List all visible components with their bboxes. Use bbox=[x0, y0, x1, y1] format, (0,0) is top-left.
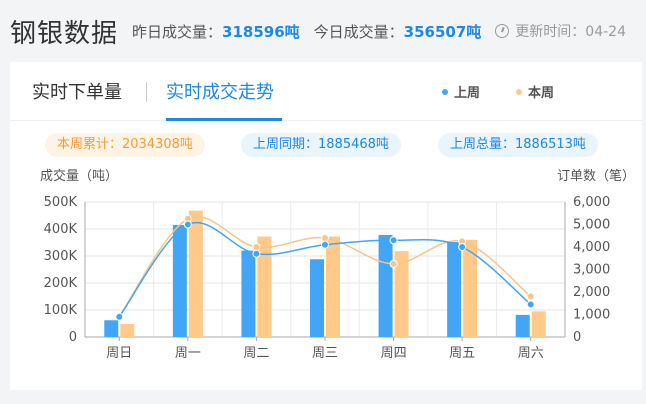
x-tick-label: 周一 bbox=[175, 346, 201, 361]
x-tick-label: 周三 bbox=[312, 346, 338, 361]
y-left-tick-label: 0 bbox=[69, 330, 77, 345]
x-tick-label: 周六 bbox=[518, 346, 544, 361]
yesterday-volume: 昨日成交量：318596吨 bbox=[132, 21, 300, 42]
today-volume: 今日成交量：356507吨 bbox=[314, 21, 482, 42]
y-right-tick-label: 2,000 bbox=[573, 285, 610, 300]
y-right-tick-label: 0 bbox=[573, 330, 581, 345]
point-last-week bbox=[321, 240, 329, 249]
y-right-tick-label: 6,000 bbox=[573, 195, 610, 210]
yesterday-label: 昨日成交量： bbox=[132, 22, 223, 41]
bar-last-week bbox=[447, 241, 462, 337]
header: 钢银数据 昨日成交量：318596吨 今日成交量：356507吨 更新时间：04… bbox=[0, 0, 646, 62]
bar-last-week bbox=[241, 250, 256, 337]
point-this-week bbox=[252, 243, 261, 251]
brand-title: 钢银数据 bbox=[10, 18, 119, 49]
point-last-week bbox=[389, 236, 398, 245]
yesterday-value: 318596吨 bbox=[222, 22, 300, 41]
bar-last-week bbox=[515, 314, 530, 337]
y-right-tick-label: 4,000 bbox=[573, 240, 610, 255]
point-this-week bbox=[321, 234, 329, 242]
update-time: 更新时间：04-24 bbox=[495, 21, 626, 41]
bar-this-week bbox=[531, 311, 546, 337]
chart-card: 实时下单量 实时成交走势 上周 本周 本周累计：2034308吨 上周同期：18… bbox=[10, 62, 642, 390]
x-tick-label: 周五 bbox=[449, 346, 475, 361]
point-this-week bbox=[526, 292, 535, 301]
combo-chart: 成交量（吨） 订单数（笔） 0 100K 200K 300K 400K 500K 0 1,000 2… bbox=[40, 168, 635, 361]
bar-this-week bbox=[326, 236, 340, 337]
y-left-tick-label: 100K bbox=[44, 303, 78, 318]
point-last-week bbox=[252, 249, 261, 258]
y-right-tick-label: 3,000 bbox=[573, 263, 610, 278]
y-left-tick-label: 500K bbox=[44, 195, 78, 210]
today-label: 今日成交量： bbox=[313, 22, 404, 41]
point-last-week bbox=[526, 300, 535, 309]
today-value: 356507吨 bbox=[403, 22, 482, 41]
y-right-tick-label: 1,000 bbox=[573, 308, 610, 323]
x-tick-label: 周二 bbox=[243, 346, 269, 361]
bar-last-week bbox=[378, 234, 393, 337]
point-last-week bbox=[458, 243, 467, 251]
y-axis-right-title: 订单数（笔） bbox=[557, 168, 635, 184]
update-time-label: 更新时间：04-24 bbox=[515, 24, 626, 40]
bar-this-week bbox=[188, 210, 203, 337]
x-tick-label: 周日 bbox=[106, 346, 132, 361]
bar-this-week bbox=[120, 324, 135, 337]
y-left-tick-label: 300K bbox=[44, 249, 78, 264]
y-left-tick-label: 400K bbox=[44, 222, 78, 237]
bar-last-week bbox=[172, 224, 187, 337]
bar-last-week bbox=[310, 259, 324, 337]
clock-icon bbox=[495, 24, 510, 38]
y-axis-left-title: 成交量（吨） bbox=[40, 168, 118, 184]
bar-last-week bbox=[104, 320, 119, 337]
point-last-week bbox=[115, 312, 124, 321]
y-right-tick-label: 5,000 bbox=[573, 218, 610, 233]
point-this-week bbox=[389, 259, 398, 268]
x-tick-label: 周四 bbox=[381, 346, 407, 361]
y-left-tick-label: 200K bbox=[44, 276, 78, 291]
point-last-week bbox=[183, 220, 192, 229]
